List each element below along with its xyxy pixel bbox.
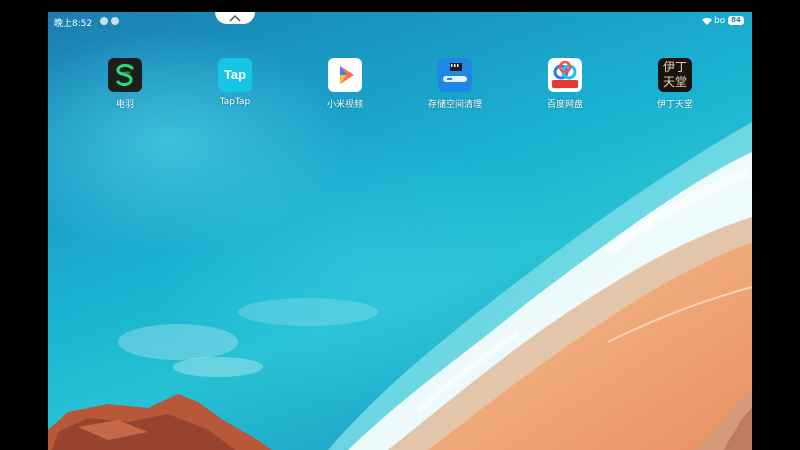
letterbox-left	[0, 0, 48, 450]
yiding-tiantang-app-icon: 伊丁 天堂	[658, 58, 692, 92]
app-label: 小米视频	[326, 100, 363, 110]
status-time: 晚上8:52	[54, 19, 93, 29]
rock-right	[696, 388, 752, 450]
chevron-up-icon	[229, 14, 241, 22]
mi-video-app-icon	[328, 58, 362, 92]
app-label: TapTap	[219, 97, 251, 107]
app-label: 百度网盘	[546, 100, 583, 110]
network-label: bo	[714, 16, 726, 26]
app-baidu-netdisk[interactable]: 百度网盘	[525, 58, 605, 110]
battery-icon: 84	[728, 16, 744, 25]
notification-dot-icon	[100, 17, 108, 25]
home-screen: 晚上8:52 bo 84 电羽 Tap TapTap 小米视频 存储空间清理 百…	[48, 12, 752, 450]
wifi-icon	[702, 17, 712, 25]
app-storage-cleaner[interactable]: 存储空间清理	[415, 58, 495, 110]
status-bar: 晚上8:52 bo 84	[48, 12, 752, 32]
pull-down-handle[interactable]	[215, 12, 255, 24]
app-label: 伊丁天堂	[656, 100, 693, 110]
app-yiding-tiantang[interactable]: 伊丁 天堂 伊丁天堂	[635, 58, 715, 110]
app-label: 电羽	[115, 100, 134, 110]
app-dianyu[interactable]: 电羽	[85, 58, 165, 110]
app-taptap[interactable]: Tap TapTap	[195, 58, 275, 107]
app-mi-video[interactable]: 小米视频	[305, 58, 385, 110]
app-label: 存储空间清理	[427, 100, 482, 110]
rock-left	[48, 394, 272, 450]
notification-dot-icon	[111, 17, 119, 25]
dianyu-app-icon	[108, 58, 142, 92]
letterbox-right	[752, 0, 800, 450]
storage-cleaner-app-icon	[438, 58, 472, 92]
taptap-app-icon: Tap	[218, 58, 252, 92]
baidu-netdisk-app-icon	[548, 58, 582, 92]
